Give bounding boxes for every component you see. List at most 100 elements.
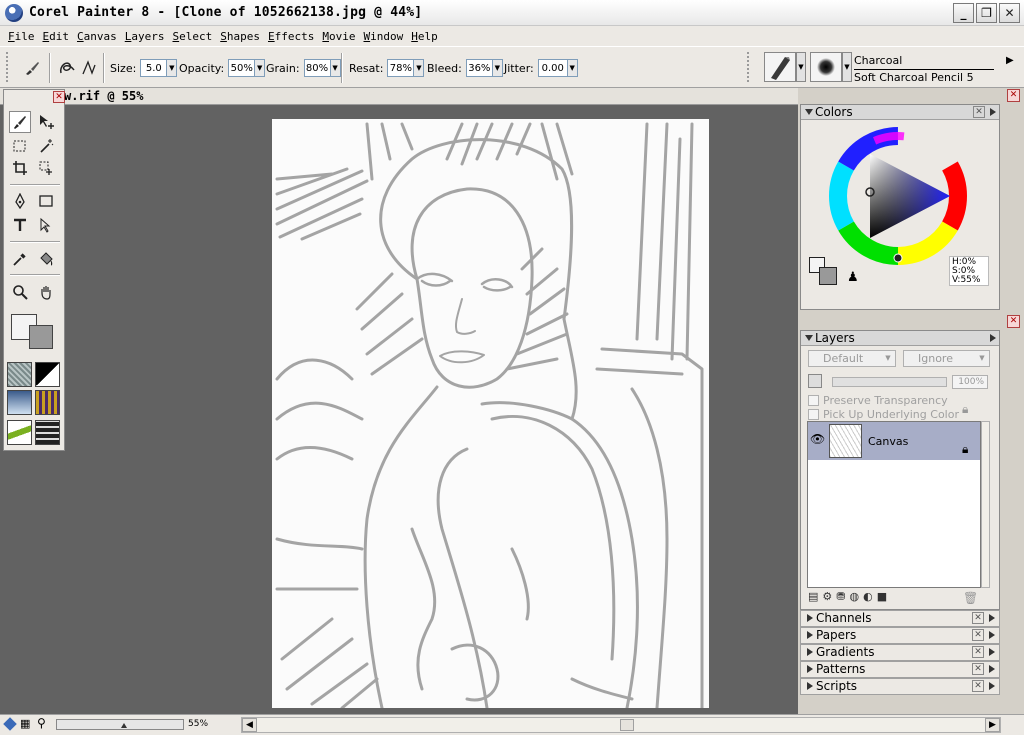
- resat-dropdown-arrow[interactable]: ▼: [414, 59, 425, 77]
- composite-depth-dropdown[interactable]: Ignore ▼: [903, 350, 990, 367]
- expand-triangle-icon[interactable]: [807, 614, 813, 622]
- pen-tool[interactable]: [9, 190, 31, 212]
- nozzle-selector[interactable]: [7, 420, 32, 445]
- straight-line-stroke-icon[interactable]: [78, 57, 100, 79]
- expand-triangle-icon[interactable]: [807, 682, 813, 690]
- menu-shapes[interactable]: Shapes: [216, 30, 264, 43]
- scroll-right-button[interactable]: ▶: [985, 718, 1000, 732]
- papers-close-icon[interactable]: ✕: [972, 629, 984, 641]
- jitter-input[interactable]: 0.00: [537, 59, 568, 77]
- colors-palette-menu-icon[interactable]: [990, 108, 996, 116]
- preserve-transparency-checkbox[interactable]: [808, 395, 819, 406]
- weaving-selector[interactable]: [35, 390, 60, 415]
- rectangular-selection-tool[interactable]: [9, 135, 31, 157]
- dropper-tool[interactable]: [9, 248, 31, 270]
- text-tool[interactable]: [9, 214, 31, 236]
- size-dropdown-arrow[interactable]: ▼: [167, 59, 178, 77]
- toolbar-grip[interactable]: [747, 52, 752, 82]
- collapse-triangle-icon[interactable]: [805, 335, 813, 341]
- freehand-stroke-icon[interactable]: [56, 57, 78, 79]
- channels-close-icon[interactable]: ✕: [972, 612, 984, 624]
- scripts-palette[interactable]: Scripts ✕: [800, 678, 1000, 695]
- opacity-dropdown-arrow[interactable]: ▼: [255, 59, 266, 77]
- scroll-left-button[interactable]: ◀: [242, 718, 257, 732]
- resat-input[interactable]: 78%: [387, 59, 415, 77]
- scripts-close-icon[interactable]: ✕: [972, 680, 984, 692]
- layers-palette-menu-icon[interactable]: [990, 334, 996, 342]
- gradient-selector[interactable]: [35, 362, 60, 387]
- patterns-close-icon[interactable]: ✕: [972, 663, 984, 675]
- colors-palette-close-icon[interactable]: ✕: [973, 106, 985, 118]
- grain-dropdown-arrow[interactable]: ▼: [330, 59, 341, 77]
- expand-triangle-icon[interactable]: [807, 665, 813, 673]
- drawing-mode-icon[interactable]: [3, 717, 17, 731]
- gradients-menu-icon[interactable]: [989, 648, 995, 656]
- menu-select[interactable]: Select: [169, 30, 217, 43]
- composite-method-dropdown[interactable]: Default ▼: [808, 350, 896, 367]
- brush-tool[interactable]: [9, 111, 31, 133]
- rectangular-shape-tool[interactable]: [35, 190, 57, 212]
- layer-lock-icon[interactable]: 🔒︎: [962, 442, 968, 457]
- eye-visibility-icon[interactable]: 👁︎: [810, 432, 825, 446]
- crop-tool[interactable]: [9, 157, 31, 179]
- magic-wand-tool[interactable]: [35, 135, 57, 157]
- papers-palette[interactable]: Papers ✕: [800, 627, 1000, 644]
- bleed-dropdown-arrow[interactable]: ▼: [492, 59, 503, 77]
- additional-color-swatch[interactable]: [29, 325, 53, 349]
- menu-file[interactable]: File: [4, 30, 39, 43]
- menu-window[interactable]: Window: [360, 30, 408, 43]
- patterns-palette[interactable]: Patterns ✕: [800, 661, 1000, 678]
- channels-menu-icon[interactable]: [989, 614, 995, 622]
- shape-selection-tool[interactable]: [35, 214, 57, 236]
- brush-category-dropdown-arrow[interactable]: ▼: [796, 52, 806, 82]
- brush-variant-dropdown-arrow[interactable]: ▼: [842, 52, 852, 82]
- menu-edit[interactable]: Edit: [39, 30, 74, 43]
- grabber-tool[interactable]: [35, 281, 57, 303]
- scroll-thumb[interactable]: [620, 719, 634, 731]
- layer-mask-icon[interactable]: ◍: [850, 590, 860, 606]
- jitter-dropdown-arrow[interactable]: ▼: [567, 59, 578, 77]
- colors-additional-swatch[interactable]: [819, 267, 837, 285]
- paper-selector[interactable]: [7, 362, 32, 387]
- dynamic-plugins-icon[interactable]: ⚙: [822, 590, 832, 606]
- layer-list-scrollbar[interactable]: [981, 421, 990, 588]
- clone-color-stamp-icon[interactable]: ♟: [847, 270, 859, 285]
- hue-ring[interactable]: [828, 126, 968, 266]
- restore-button[interactable]: ❐: [976, 3, 997, 23]
- papers-menu-icon[interactable]: [989, 631, 995, 639]
- layer-opacity-slider[interactable]: [832, 377, 947, 387]
- minimize-button[interactable]: _: [953, 3, 974, 23]
- pick-up-underlying-checkbox[interactable]: [808, 409, 819, 420]
- toolbar-grip[interactable]: [6, 52, 11, 82]
- brush-tool-icon[interactable]: [21, 57, 43, 79]
- expand-triangle-icon[interactable]: [807, 631, 813, 639]
- size-input[interactable]: 5.0: [140, 59, 168, 77]
- zoom-slider[interactable]: [56, 719, 184, 730]
- menu-help[interactable]: Help: [407, 30, 442, 43]
- bleed-input[interactable]: 36%: [465, 59, 493, 77]
- menu-layers[interactable]: Layers: [121, 30, 169, 43]
- toolbox-close-button[interactable]: ✕: [53, 91, 65, 103]
- painter-app-icon[interactable]: [5, 3, 23, 22]
- channels-palette[interactable]: Channels ✕: [800, 610, 1000, 627]
- create-layer-mask-icon[interactable]: ◐: [863, 590, 873, 606]
- paint-bucket-tool[interactable]: [35, 248, 57, 270]
- menu-effects[interactable]: Effects: [264, 30, 318, 43]
- selection-adjuster-tool[interactable]: [35, 157, 57, 179]
- zoom-magnifier-icon[interactable]: ⚲: [37, 716, 46, 730]
- zoom-slider-thumb[interactable]: [121, 722, 127, 728]
- colors-palette-header[interactable]: Colors ✕: [801, 105, 999, 120]
- new-layer-square-icon[interactable]: ■: [877, 590, 887, 606]
- brush-category-selector[interactable]: [764, 52, 796, 82]
- new-layer-icon[interactable]: ▤: [808, 590, 818, 606]
- layer-row-canvas[interactable]: 👁︎ Canvas 🔒︎: [808, 422, 980, 460]
- layer-opacity-value[interactable]: 100%: [952, 375, 988, 389]
- collapse-triangle-icon[interactable]: [805, 109, 813, 115]
- patterns-menu-icon[interactable]: [989, 665, 995, 673]
- brush-variant-selector[interactable]: [810, 52, 842, 82]
- lock-icon[interactable]: 🔒︎: [962, 402, 968, 417]
- brush-menu-arrow-icon[interactable]: ▶: [1006, 55, 1014, 66]
- gradients-close-icon[interactable]: ✕: [972, 646, 984, 658]
- grain-input[interactable]: 80%: [303, 59, 331, 77]
- grid-icon[interactable]: ▦: [20, 717, 30, 730]
